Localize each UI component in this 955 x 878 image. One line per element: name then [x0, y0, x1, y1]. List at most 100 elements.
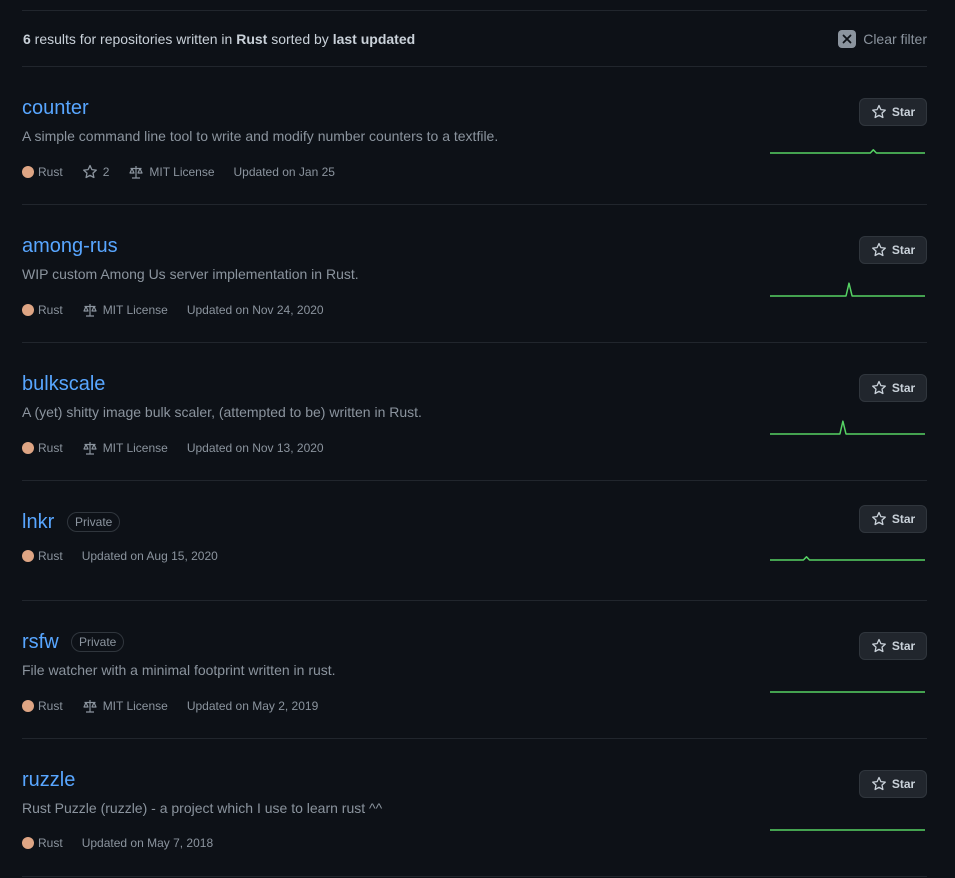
- star-button-label: Star: [891, 777, 916, 791]
- repo-description: Rust Puzzle (ruzzle) - a project which I…: [22, 800, 383, 816]
- star-button[interactable]: Star: [859, 632, 927, 660]
- repo-license: MIT License: [128, 164, 215, 180]
- repo-language: Rust: [22, 836, 63, 850]
- repo-updated: Updated on Nov 13, 2020: [186, 441, 324, 455]
- star-button-label: Star: [891, 243, 916, 257]
- filter-summary: 6 results for repositories written in Ru…: [23, 31, 415, 47]
- private-badge: Private: [71, 632, 125, 652]
- star-button[interactable]: Star: [859, 770, 927, 798]
- repo-item: lnkr Private Rust Updated on Aug 15, 202…: [22, 481, 927, 601]
- activity-sparkline: [770, 556, 925, 561]
- repo-item: among-rus WIP custom Among Us server imp…: [22, 205, 927, 343]
- law-icon: [83, 304, 97, 317]
- language-color-dot: [22, 837, 34, 849]
- language-color-dot: [22, 304, 34, 316]
- star-icon: [871, 104, 886, 119]
- language-label: Rust: [38, 836, 63, 850]
- sparkline-path: [770, 556, 925, 561]
- repo-license: MIT License: [82, 302, 168, 318]
- repo-description: WIP custom Among Us server implementatio…: [22, 266, 359, 282]
- repo-name-link[interactable]: counter: [22, 96, 89, 120]
- activity-sparkline: [770, 691, 925, 693]
- law-icon: [83, 700, 97, 713]
- repo-meta: Rust Updated on May 7, 2018: [22, 836, 232, 850]
- repo-language: Rust: [22, 441, 63, 455]
- language-label: Rust: [38, 303, 63, 317]
- repo-item: bulkscale A (yet) shitty image bulk scal…: [22, 343, 927, 481]
- repo-meta: Rust 2 MIT License Updated on Jan 25: [22, 164, 354, 180]
- repo-description: A simple command line tool to write and …: [22, 128, 499, 144]
- repo-item: rsfw Private File watcher with a minimal…: [22, 601, 927, 739]
- star-icon: [871, 638, 886, 653]
- language-color-dot: [22, 700, 34, 712]
- repo-language: Rust: [22, 549, 63, 563]
- language-label: Rust: [38, 699, 63, 713]
- language-color-dot: [22, 550, 34, 562]
- filter-text-a: results for repositories written in: [30, 31, 237, 47]
- repo-description: File watcher with a minimal footprint wr…: [22, 662, 336, 678]
- repo-item: counter A simple command line tool to wr…: [22, 67, 927, 205]
- repo-name-link[interactable]: lnkr: [22, 510, 54, 534]
- repo-meta: Rust Updated on Aug 15, 2020: [22, 549, 237, 563]
- filter-language: Rust: [236, 31, 268, 47]
- license-label: MIT License: [102, 699, 168, 713]
- repo-description: A (yet) shitty image bulk scaler, (attem…: [22, 404, 422, 420]
- filter-sort: last updated: [332, 31, 416, 47]
- repo-updated: Updated on May 2, 2019: [186, 699, 319, 713]
- activity-sparkline: [770, 829, 925, 831]
- star-button[interactable]: Star: [859, 236, 927, 264]
- repo-language: Rust: [22, 699, 63, 713]
- repo-name-link[interactable]: bulkscale: [22, 372, 105, 396]
- filter-text-b: sorted by: [267, 31, 333, 47]
- license-label: MIT License: [149, 165, 215, 179]
- star-button[interactable]: Star: [859, 98, 927, 126]
- language-color-dot: [22, 166, 34, 178]
- repo-meta: Rust MIT License Updated on Nov 24, 2020: [22, 302, 343, 318]
- activity-sparkline: [770, 149, 925, 154]
- language-label: Rust: [38, 549, 63, 563]
- law-icon: [83, 442, 97, 455]
- clear-filter-label: Clear filter: [863, 31, 927, 47]
- repo-meta: Rust MIT License Updated on Nov 13, 2020: [22, 440, 343, 456]
- repo-meta: Rust MIT License Updated on May 2, 2019: [22, 698, 337, 714]
- close-icon: [838, 30, 857, 48]
- sparkline-path: [770, 282, 925, 297]
- star-button[interactable]: Star: [859, 374, 927, 402]
- repo-name-link[interactable]: rsfw: [22, 630, 59, 654]
- star-button-label: Star: [891, 639, 916, 653]
- star-button-label: Star: [891, 512, 916, 526]
- repo-license: MIT License: [82, 440, 168, 456]
- repo-name-link[interactable]: ruzzle: [22, 768, 75, 792]
- sparkline-path: [770, 420, 925, 435]
- repo-license: MIT License: [82, 698, 168, 714]
- repo-item: ruzzle Rust Puzzle (ruzzle) - a project …: [22, 739, 927, 877]
- star-icon: [871, 242, 886, 257]
- sparkline-path: [770, 149, 925, 154]
- license-label: MIT License: [102, 303, 168, 317]
- star-button-label: Star: [891, 381, 916, 395]
- repo-stars-link[interactable]: 2: [82, 164, 110, 180]
- star-icon: [871, 776, 886, 791]
- star-icon: [871, 511, 886, 526]
- activity-sparkline: [770, 282, 925, 297]
- star-button[interactable]: Star: [859, 505, 927, 533]
- repo-updated: Updated on Jan 25: [233, 165, 335, 179]
- star-count: 2: [102, 165, 110, 179]
- law-icon: [129, 166, 143, 179]
- private-badge: Private: [67, 512, 121, 532]
- repo-name-link[interactable]: among-rus: [22, 234, 118, 258]
- repo-language: Rust: [22, 165, 63, 179]
- clear-filter-button[interactable]: Clear filter: [838, 30, 927, 48]
- star-button-label: Star: [891, 105, 916, 119]
- repo-updated: Updated on May 7, 2018: [81, 836, 214, 850]
- language-label: Rust: [38, 165, 63, 179]
- star-icon: [82, 164, 97, 179]
- repo-language: Rust: [22, 303, 63, 317]
- filter-summary-bar: 6 results for repositories written in Ru…: [22, 11, 927, 67]
- activity-sparkline: [770, 420, 925, 435]
- repo-updated: Updated on Nov 24, 2020: [186, 303, 324, 317]
- result-count: 6: [23, 31, 31, 47]
- language-color-dot: [22, 442, 34, 454]
- license-label: MIT License: [102, 441, 168, 455]
- repository-list-page: 6 results for repositories written in Ru…: [0, 0, 955, 878]
